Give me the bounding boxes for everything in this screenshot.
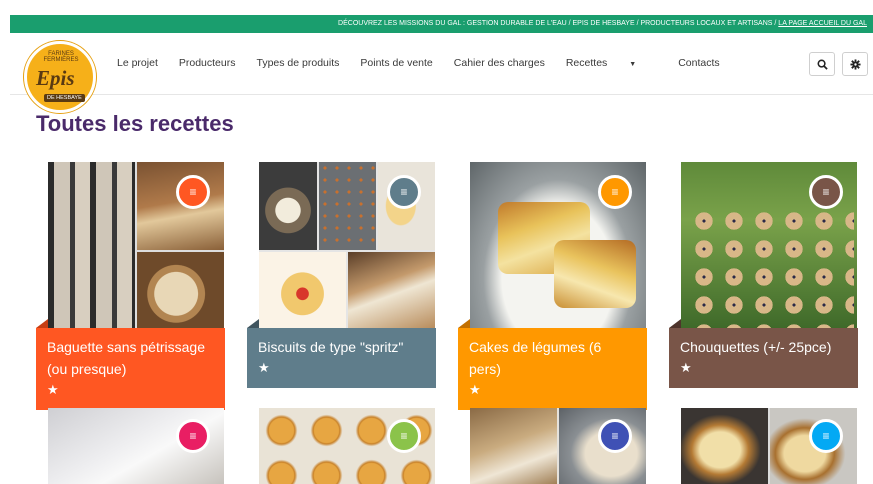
- recipe-title[interactable]: Biscuits de type "spritz": [258, 339, 403, 355]
- logo-ring-text: FARINES FERMIÈRES: [43, 51, 79, 63]
- recipe-card[interactable]: ≡: [36, 408, 225, 484]
- gear-icon: [849, 58, 861, 70]
- logo-main-text: Epis: [36, 66, 75, 90]
- recipe-card[interactable]: ≡: [247, 408, 436, 484]
- recipe-card[interactable]: ≡ Baguette sans pétrissage (ou presque) …: [36, 162, 225, 410]
- list-icon[interactable]: ≡: [176, 419, 210, 453]
- recipe-card[interactable]: ≡: [458, 408, 647, 484]
- search-icon: [817, 59, 828, 70]
- recipe-caption: Cakes de légumes (6 pers) ★: [458, 328, 647, 410]
- recipe-caption: Biscuits de type "spritz" ★: [247, 328, 436, 388]
- recipe-title[interactable]: Cakes de légumes (6 pers): [469, 339, 601, 377]
- recipe-card[interactable]: ≡ Chouquettes (+/- 25pce) ★: [669, 162, 858, 388]
- nav-item-points-de-vente[interactable]: Points de vente: [360, 57, 432, 69]
- list-icon[interactable]: ≡: [809, 175, 843, 209]
- list-icon[interactable]: ≡: [809, 419, 843, 453]
- page-title: Toutes les recettes: [36, 111, 234, 136]
- nav-item-types-de-produits[interactable]: Types de produits: [257, 57, 340, 69]
- gal-home-link[interactable]: LA PAGE ACCUEIL DU GAL: [778, 20, 867, 27]
- star-icon: ★: [680, 360, 692, 375]
- list-icon[interactable]: ≡: [598, 419, 632, 453]
- main-navbar: FARINES FERMIÈRES Epis DE HESBAYE Le pro…: [10, 33, 873, 113]
- nav-item-recettes[interactable]: Recettes ▼: [566, 57, 657, 69]
- star-icon: ★: [258, 360, 270, 375]
- top-announcement-bar: DÉCOUVREZ LES MISSIONS DU GAL : GESTION …: [10, 15, 873, 33]
- recipe-card[interactable]: ≡ Cakes de légumes (6 pers) ★: [458, 162, 647, 410]
- recipe-title[interactable]: Baguette sans pétrissage (ou presque): [47, 339, 205, 377]
- search-button[interactable]: [809, 52, 835, 76]
- chevron-down-icon: ▼: [629, 61, 637, 68]
- nav-item-recettes-label: Recettes: [565, 57, 608, 69]
- nav-item-producteurs[interactable]: Producteurs: [179, 57, 236, 69]
- nav-item-le-projet[interactable]: Le projet: [117, 57, 158, 69]
- star-icon: ★: [469, 382, 481, 397]
- recipe-card[interactable]: ≡: [669, 408, 858, 484]
- list-icon[interactable]: ≡: [387, 419, 421, 453]
- nav-menu: Le projet Producteurs Types de produits …: [117, 57, 741, 69]
- recipe-title[interactable]: Chouquettes (+/- 25pce): [680, 339, 831, 355]
- recipe-card[interactable]: ≡ Biscuits de type "spritz" ★: [247, 162, 436, 388]
- settings-button[interactable]: [842, 52, 868, 76]
- star-icon: ★: [47, 382, 59, 397]
- site-logo[interactable]: FARINES FERMIÈRES Epis DE HESBAYE: [24, 41, 96, 113]
- list-icon[interactable]: ≡: [387, 175, 421, 209]
- recipe-caption: Chouquettes (+/- 25pce) ★: [669, 328, 858, 388]
- nav-item-cahier-des-charges[interactable]: Cahier des charges: [454, 57, 545, 69]
- nav-item-contacts[interactable]: Contacts: [678, 57, 719, 69]
- logo-sub-text: DE HESBAYE: [44, 94, 85, 102]
- list-icon[interactable]: ≡: [598, 175, 632, 209]
- announcement-text: DÉCOUVREZ LES MISSIONS DU GAL : GESTION …: [338, 20, 779, 27]
- list-icon[interactable]: ≡: [176, 175, 210, 209]
- recipe-caption: Baguette sans pétrissage (ou presque) ★: [36, 328, 225, 410]
